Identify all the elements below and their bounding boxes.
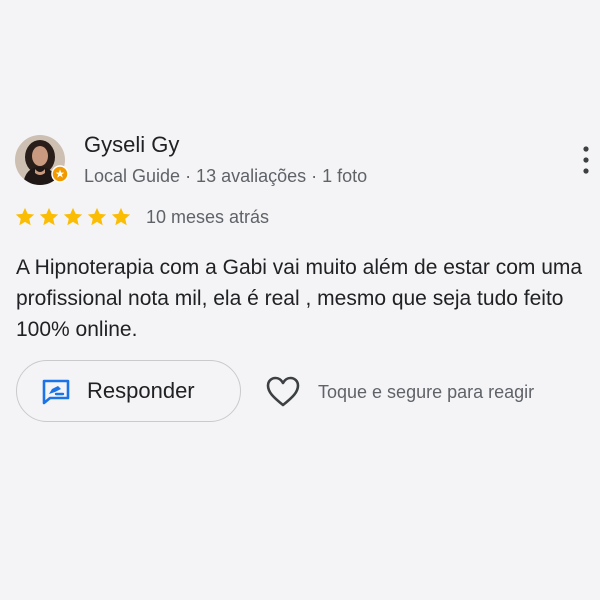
star-rating	[14, 206, 132, 228]
local-guide-badge-icon	[51, 165, 69, 183]
author-meta: Local Guide · 13 avaliações · 1 foto	[84, 166, 368, 186]
star-icon	[111, 207, 131, 226]
reply-button-label: Responder	[87, 378, 195, 403]
star-icon	[63, 207, 83, 226]
star-icon	[15, 207, 35, 226]
react-hint: Toque e segure para reagir	[318, 382, 535, 402]
star-icon	[87, 207, 107, 226]
author-avatar[interactable]	[15, 135, 69, 185]
star-icon	[39, 207, 59, 226]
review-text: A Hipnoterapia com a Gabi vai muito além…	[16, 256, 583, 341]
author-name[interactable]: Gyseli Gy	[84, 132, 179, 158]
more-vert-icon[interactable]	[575, 143, 597, 179]
review-date: 10 meses atrás	[146, 207, 270, 227]
reply-button[interactable]: Responder	[16, 360, 241, 422]
reply-icon	[41, 379, 71, 405]
heart-outline-icon[interactable]	[265, 375, 301, 409]
